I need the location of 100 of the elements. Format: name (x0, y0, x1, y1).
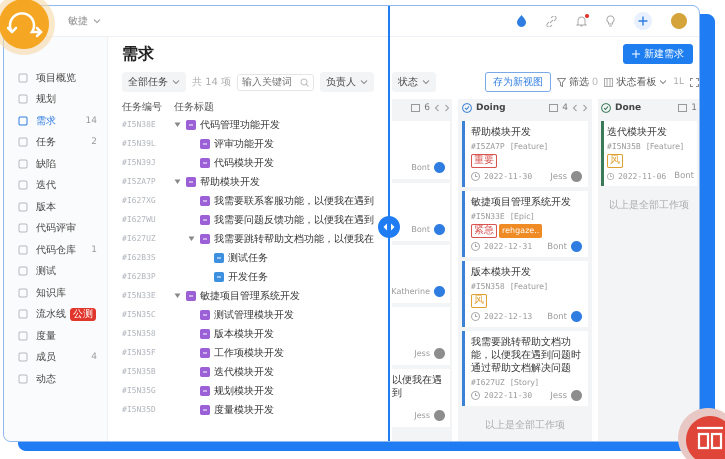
sidebar-item[interactable]: 代码评审 (4, 218, 107, 239)
save-view-button[interactable]: 存为新视图 (484, 72, 551, 92)
sidebar-item[interactable]: 成员 4 (4, 346, 107, 368)
task-id: #I5N358 (122, 329, 157, 338)
sidebar-item[interactable]: 项目概览 (4, 67, 107, 88)
task-title[interactable]: 开发任务 (228, 270, 268, 284)
card-type: [Feature] (646, 142, 684, 151)
task-id: #I5N35B (122, 367, 157, 376)
task-id: #I5N35D (122, 405, 157, 414)
task-title[interactable]: 帮助模块开发 (200, 174, 260, 188)
task-title[interactable]: 规划模块开发 (214, 384, 274, 398)
caret-icon (360, 78, 368, 86)
task-title[interactable]: 测试管理模块开发 (214, 308, 294, 322)
assignee-name: Jess (550, 172, 567, 182)
requirement-icon (200, 214, 210, 224)
card-id: #I5N33E (471, 212, 505, 221)
card-icon (678, 104, 688, 112)
link-icon[interactable] (546, 16, 557, 26)
search-icon (300, 78, 310, 86)
due-date: 2022-11-06 (618, 172, 666, 180)
previous-icon[interactable] (572, 104, 578, 112)
sidebar-item[interactable]: 迭代 (4, 174, 107, 196)
sidebar-item[interactable]: 版本 (4, 196, 107, 218)
task-title[interactable]: 敏捷项目管理系统开发 (200, 288, 300, 302)
requirement-icon (200, 310, 210, 320)
status-select[interactable]: 状态 (392, 72, 436, 92)
requirement-icon (186, 176, 196, 186)
sidebar-item[interactable]: 动态 (4, 368, 107, 390)
bell-icon[interactable] (576, 15, 587, 27)
end-note: 以上是全部工作项 (608, 198, 690, 212)
requirement-icon (200, 234, 210, 244)
task-title[interactable]: 我需要问题反馈功能，以便我在遇到 (214, 212, 374, 226)
task-title[interactable]: 测试任务 (228, 250, 268, 264)
task-id: #I5N33E (122, 291, 157, 300)
work-item-card[interactable]: 帮助模块开发 #I5ZA7P [Feature] 重要 2022-11-30 Jess (462, 121, 588, 187)
task-title[interactable]: 度量模块开发 (214, 402, 274, 416)
fullscreen-icon[interactable] (690, 78, 699, 86)
sidebar-item[interactable]: 流水线 公测 (4, 304, 107, 325)
caret-icon[interactable] (188, 235, 195, 242)
card-title: 版本模块开发 (471, 266, 532, 279)
task-title[interactable]: 评审功能开发 (214, 136, 274, 150)
new-requirement-button[interactable]: 新建需求 (623, 44, 693, 64)
total-count: 共 14 项 (192, 76, 232, 89)
scope-select[interactable]: 全部任务 (122, 72, 186, 92)
caret-icon[interactable] (174, 292, 181, 299)
task-title[interactable]: 我需要联系客服功能，以便我在遇到 (214, 194, 374, 208)
square-icon (18, 223, 28, 234)
square-icon (18, 309, 28, 320)
square-icon (18, 266, 28, 276)
task-title[interactable]: 工作项模块开发 (214, 346, 284, 360)
task-icon (214, 252, 224, 262)
work-item-card[interactable]: 迭代模块开发 #I5N35B [Feature] 风 2022-11-06 Bont (601, 121, 697, 186)
avatar-icon[interactable] (671, 13, 687, 29)
sidebar-item[interactable]: 需求 14 (4, 110, 107, 132)
plus-icon[interactable] (634, 12, 652, 30)
caret-icon (93, 17, 101, 25)
sidebar-item[interactable]: 度量 (4, 325, 107, 346)
sidebar-item[interactable]: 代码仓库 1 (4, 239, 107, 260)
task-title[interactable]: 我需要跳转帮助文档功能，以便我在 (214, 232, 374, 246)
sidebar-item[interactable]: 测试 (4, 260, 107, 282)
card-title: 迭代模块开发 (607, 126, 668, 139)
task-title[interactable]: 迭代模块开发 (214, 364, 274, 378)
previous-icon[interactable] (434, 104, 440, 112)
sidebar-item[interactable]: 任务 2 (4, 132, 107, 153)
filter-button[interactable]: 筛选 0 (556, 75, 598, 89)
assignee-select[interactable]: 负责人 (320, 72, 374, 92)
sidebar-item[interactable]: 知识库 (4, 282, 107, 304)
requirement-icon (186, 120, 196, 130)
task-title[interactable]: 代码管理功能开发 (200, 118, 280, 132)
split-handle[interactable] (378, 216, 400, 238)
task-title[interactable]: 代码模块开发 (214, 156, 274, 170)
due-date: 2022-12-31 (484, 242, 532, 251)
work-item-card[interactable]: 以便我在遇到 Jess (392, 369, 450, 427)
next-icon[interactable] (444, 104, 450, 112)
task-id: #I5N38E (122, 120, 157, 129)
card-title: 我需要跳转帮助文档功能，以便我在遇到问题时通过帮助文档解决问题 (471, 336, 582, 375)
card-tag: 风 (607, 154, 623, 168)
caret-icon[interactable] (174, 121, 181, 128)
sidebar-item[interactable]: 规划 (4, 88, 107, 110)
next-icon[interactable] (582, 104, 588, 112)
work-item-card[interactable]: 我需要跳转帮助文档功能，以便我在遇到问题时通过帮助文档解决问题 #I627UZ [Story] 2022-11-30 Jess (462, 331, 588, 406)
requirement-icon (200, 196, 210, 206)
caret-icon (422, 78, 430, 86)
lightbulb-icon[interactable] (606, 15, 615, 27)
work-item-card[interactable]: 版本模块开发 #I5N358 [Feature] 风 2022-12-13 Bont (462, 261, 588, 327)
project-selector[interactable]: 敏捷 (68, 14, 101, 28)
caret-icon[interactable] (174, 178, 181, 185)
card-tag: 紧急 (471, 224, 497, 238)
drop-icon[interactable] (516, 15, 527, 27)
task-title[interactable]: 版本模块开发 (214, 326, 274, 340)
assignee-name: Bont (411, 225, 430, 234)
sidebar-item[interactable]: 缺陷 (4, 153, 107, 174)
work-item-card[interactable]: 敏捷项目管理系统开发 #I5N33E [Epic] 紧急 rehgaze.. 2022-12-31 Bont (462, 191, 588, 257)
square-icon (18, 288, 28, 298)
assignee-name: Bont (547, 312, 567, 322)
view-select[interactable]: 状态看板 (604, 75, 668, 89)
assignee-name: Jess (414, 411, 430, 420)
card-type: [Epic] (510, 212, 534, 221)
square-icon (18, 72, 28, 83)
due-date: 2022-11-30 (484, 172, 532, 181)
